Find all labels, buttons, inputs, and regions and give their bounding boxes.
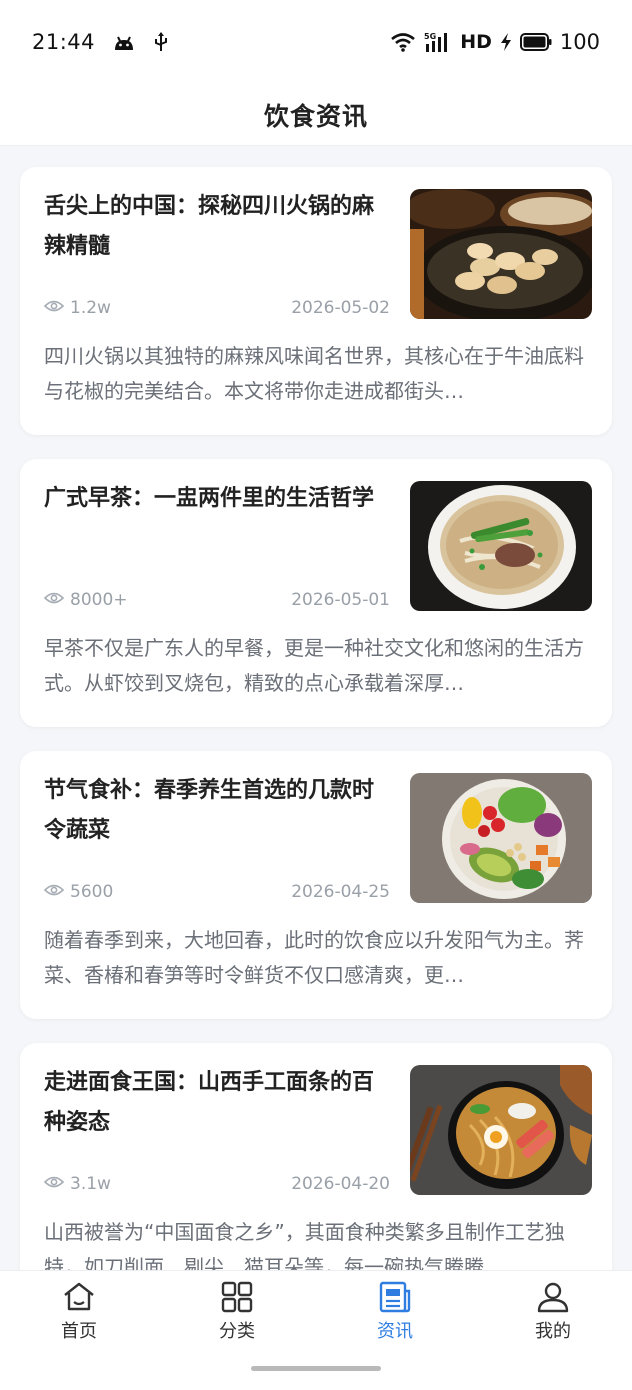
battery-icon: [519, 33, 552, 51]
eye-icon: [43, 590, 65, 610]
dumplings-steamer-photo: [410, 189, 592, 319]
view-count: 1.2w: [70, 298, 111, 318]
view-count: 5600: [70, 882, 114, 902]
charging-icon: [500, 32, 512, 52]
article-summary: 早茶不仅是广东人的早餐，更是一种社交文化和悠闲的生活方式。从虾饺到叉烧包，精致的…: [44, 636, 584, 695]
eye-icon: [43, 1174, 65, 1194]
article-thumbnail: [410, 773, 592, 903]
svg-text:5G: 5G: [424, 32, 436, 41]
publish-date: 2026-04-20: [291, 1174, 390, 1194]
article-meta: 8000+ 2026-05-01: [43, 585, 390, 615]
nav-label: 分类: [219, 1321, 255, 1342]
news-icon: [378, 1281, 412, 1313]
publish-date: 2026-05-02: [291, 298, 390, 318]
vegetable-salad-bowl-photo: [410, 773, 592, 903]
page-title: 饮食资讯: [263, 101, 368, 131]
article-title: 节气食补：春季养生首选的几款时令蔬菜: [44, 778, 375, 843]
eye-icon: [43, 882, 65, 902]
article-thumbnail: [410, 481, 592, 611]
view-count: 8000+: [70, 590, 128, 610]
nav-label: 资讯: [377, 1321, 413, 1342]
page-header: 饮食资讯: [0, 84, 632, 146]
article-title: 走进面食王国：山西手工面条的百种姿态: [44, 1070, 375, 1135]
status-bar: 21:44 5G HD 100: [0, 0, 632, 84]
article-summary: 四川火锅以其独特的麻辣风味闻名世界，其核心在于牛油底料与花椒的完美结合。本文将带…: [44, 344, 584, 403]
usb-icon: [153, 31, 169, 53]
nav-label: 首页: [61, 1321, 97, 1342]
nav-item-category[interactable]: 分类: [187, 1281, 287, 1351]
article-thumbnail: [410, 189, 592, 319]
article-card[interactable]: 舌尖上的中国：探秘四川火锅的麻辣精髓 1.2w 2026-05-02 四川火锅以…: [20, 167, 612, 435]
ramen-bowl-photo: [410, 1065, 592, 1195]
article-card[interactable]: 走进面食王国：山西手工面条的百种姿态 3.1w 2026-04-20 山西被誉为…: [20, 1043, 612, 1270]
home-icon: [62, 1281, 96, 1313]
nav-item-news[interactable]: 资讯: [345, 1281, 445, 1351]
home-indicator[interactable]: [251, 1366, 381, 1371]
nav-item-home[interactable]: 首页: [29, 1281, 129, 1351]
nav-label: 我的: [535, 1321, 571, 1342]
article-meta: 3.1w 2026-04-20: [43, 1169, 390, 1199]
view-count: 3.1w: [70, 1174, 111, 1194]
article-meta: 5600 2026-04-25: [43, 877, 390, 907]
article-title: 广式早茶：一盅两件里的生活哲学: [44, 486, 375, 511]
article-card[interactable]: 广式早茶：一盅两件里的生活哲学 8000+ 2026-05-01 早茶不仅是广东…: [20, 459, 612, 727]
article-list[interactable]: 舌尖上的中国：探秘四川火锅的麻辣精髓 1.2w 2026-05-02 四川火锅以…: [0, 146, 632, 1270]
network-label: HD: [460, 31, 492, 53]
wifi-icon: [390, 32, 416, 52]
status-time: 21:44: [32, 30, 96, 54]
beef-noodle-soup-photo: [410, 481, 592, 611]
grid-icon: [220, 1281, 254, 1313]
article-summary: 随着春季到来，大地回春，此时的饮食应以升发阳气为主。荠菜、香椿和春笋等时令鲜货不…: [44, 928, 584, 987]
android-icon: [113, 32, 135, 52]
nav-item-profile[interactable]: 我的: [503, 1281, 603, 1351]
publish-date: 2026-04-25: [291, 882, 390, 902]
article-summary: 山西被誉为“中国面食之乡”，其面食种类繁多且制作工艺独特，如刀削面、剔尖、猫耳朵…: [44, 1220, 565, 1270]
publish-date: 2026-05-01: [291, 590, 390, 610]
article-title: 舌尖上的中国：探秘四川火锅的麻辣精髓: [44, 194, 375, 259]
5g-signal-icon: 5G: [424, 31, 452, 53]
battery-level: 100: [559, 30, 600, 54]
article-card[interactable]: 节气食补：春季养生首选的几款时令蔬菜 5600 2026-04-25 随着春季到…: [20, 751, 612, 1019]
article-thumbnail: [410, 1065, 592, 1195]
article-meta: 1.2w 2026-05-02: [43, 293, 390, 323]
bottom-nav: 首页 分类 资讯 我的: [0, 1270, 632, 1390]
eye-icon: [43, 298, 65, 318]
user-icon: [536, 1281, 570, 1313]
